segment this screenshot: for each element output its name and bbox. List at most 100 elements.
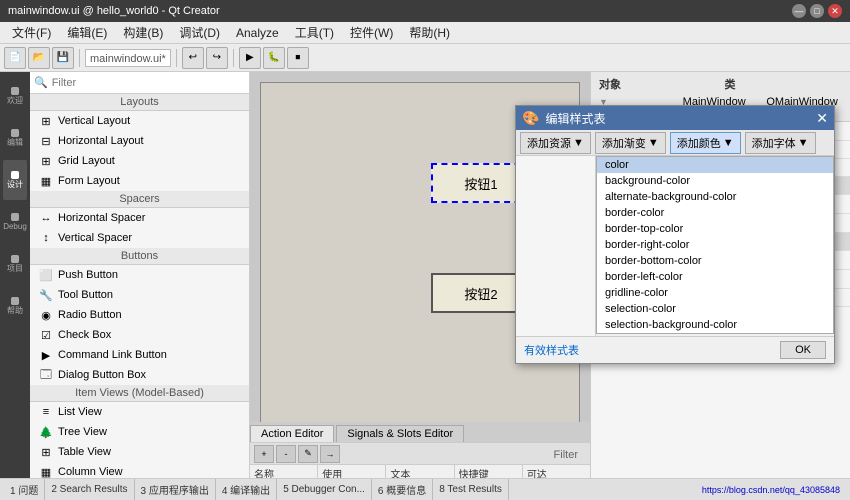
dialog-ok-button[interactable]: OK <box>780 341 826 359</box>
menubar: 文件(F) 编辑(E) 构建(B) 调试(D) Analyze 工具(T) 控件… <box>0 22 850 44</box>
horizontal-spacer-icon: ↔ <box>38 210 54 226</box>
dropdown-item-gridline-color[interactable]: gridline-color <box>597 285 833 301</box>
toolbar-undo[interactable]: ↩ <box>182 47 204 69</box>
add-color-btn[interactable]: 添加颜色 ▼ <box>670 132 741 154</box>
valid-style-link[interactable]: 有效样式表 <box>524 342 579 358</box>
sidebar-label-edit: 编辑 <box>7 139 23 147</box>
sidebar-item-help[interactable]: 帮助 <box>3 286 27 326</box>
sidebar-item-projects[interactable]: 项目 <box>3 244 27 284</box>
dropdown-item-alt-bgcolor[interactable]: alternate-background-color <box>597 189 833 205</box>
dialog-footer: 有效样式表 OK <box>516 336 834 363</box>
canvas-toolbar-btn4[interactable]: → <box>320 445 340 463</box>
dropdown-item-border-color[interactable]: border-color <box>597 205 833 221</box>
command-link-icon: ▶ <box>38 347 54 363</box>
widget-tree-view[interactable]: 🌲 Tree View <box>30 422 249 442</box>
maximize-button[interactable]: □ <box>810 4 824 18</box>
dropdown-item-selection-bg-color[interactable]: selection-background-color <box>597 317 833 333</box>
dropdown-item-border-right-color[interactable]: border-right-color <box>597 237 833 253</box>
widget-dialog-button-box[interactable]: 🗔 Dialog Button Box <box>30 365 249 385</box>
status-test[interactable]: 8 Test Results <box>433 479 509 500</box>
toolbar-stop[interactable]: ⏹ <box>287 47 309 69</box>
add-gradient-btn[interactable]: 添加渐变 ▼ <box>595 132 666 154</box>
toolbar-run[interactable]: ▶ <box>239 47 261 69</box>
toolbar-debug-run[interactable]: 🐛 <box>263 47 285 69</box>
dropdown-item-border-top-color[interactable]: border-top-color <box>597 221 833 237</box>
sidebar-item-edit[interactable]: 编辑 <box>3 118 27 158</box>
filter-label: Filter <box>342 447 586 461</box>
dialog-icon: 🎨 <box>522 110 539 127</box>
toolbar-redo[interactable]: ↪ <box>206 47 228 69</box>
canvas-toolbar-btn1[interactable]: + <box>254 445 274 463</box>
status-app-output[interactable]: 3 应用程序输出 <box>135 479 216 500</box>
menu-file[interactable]: 文件(F) <box>4 22 59 43</box>
edit-icon <box>11 129 19 137</box>
menu-build[interactable]: 构建(B) <box>115 22 171 43</box>
add-resource-btn[interactable]: 添加资源 ▼ <box>520 132 591 154</box>
widget-horizontal-layout[interactable]: ⊟ Horizontal Layout <box>30 131 249 151</box>
sidebar-item-design[interactable]: 设计 <box>3 160 27 200</box>
toolbar-save[interactable]: 💾 <box>52 47 74 69</box>
dropdown-item-selection-color[interactable]: selection-color <box>597 301 833 317</box>
toolbar-open[interactable]: 📂 <box>28 47 50 69</box>
widget-table-view[interactable]: ⊞ Table View <box>30 442 249 462</box>
bottom-tabs: Action Editor Signals & Slots Editor <box>250 422 590 442</box>
widget-list-view[interactable]: ≡ List View <box>30 402 249 422</box>
widget-column-view[interactable]: ▦ Column View <box>30 462 249 478</box>
status-search[interactable]: 2 Search Results <box>45 479 134 500</box>
toolbar-new[interactable]: 📄 <box>4 47 26 69</box>
titlebar: mainwindow.ui @ hello_world0 - Qt Creato… <box>0 0 850 22</box>
widget-check-box[interactable]: ☑ Check Box <box>30 325 249 345</box>
canvas-toolbar-btn2[interactable]: - <box>276 445 296 463</box>
menu-debug[interactable]: 调试(D) <box>171 22 228 43</box>
widget-search-bar[interactable]: 🔍 <box>30 72 249 94</box>
widget-vertical-layout[interactable]: ⊞ Vertical Layout <box>30 111 249 131</box>
help-icon <box>11 297 19 305</box>
widget-command-link-button[interactable]: ▶ Command Link Button <box>30 345 249 365</box>
design-icon <box>11 171 19 179</box>
horizontal-layout-icon: ⊟ <box>38 133 54 149</box>
canvas-toolbar-btn3[interactable]: ✎ <box>298 445 318 463</box>
tool-button-icon: 🔧 <box>38 287 54 303</box>
widget-grid-layout[interactable]: ⊞ Grid Layout <box>30 151 249 171</box>
widget-panel: 🔍 Layouts ⊞ Vertical Layout ⊟ Horizontal… <box>30 72 250 478</box>
menu-edit[interactable]: 编辑(E) <box>59 22 115 43</box>
widget-push-button[interactable]: ⬜ Push Button <box>30 265 249 285</box>
menu-help[interactable]: 帮助(H) <box>401 22 458 43</box>
status-general[interactable]: 6 概要信息 <box>372 479 433 500</box>
section-spacers: Spacers <box>30 191 249 208</box>
widget-list: Layouts ⊞ Vertical Layout ⊟ Horizontal L… <box>30 94 249 478</box>
list-view-icon: ≡ <box>38 404 54 420</box>
dropdown-item-color[interactable]: color <box>597 157 833 173</box>
check-box-icon: ☑ <box>38 327 54 343</box>
widget-vertical-spacer[interactable]: ↕ Vertical Spacer <box>30 228 249 248</box>
dialog-close-button[interactable]: ✕ <box>816 110 828 127</box>
dropdown-item-border-left-color[interactable]: border-left-color <box>597 269 833 285</box>
minimize-button[interactable]: — <box>792 4 806 18</box>
dialog-dropdown-pane: color background-color alternate-backgro… <box>596 156 834 336</box>
dropdown-item-bgcolor[interactable]: background-color <box>597 173 833 189</box>
widget-form-layout[interactable]: ▦ Form Layout <box>30 171 249 191</box>
status-compile[interactable]: 4 编译输出 <box>216 479 277 500</box>
widget-tool-button[interactable]: 🔧 Tool Button <box>30 285 249 305</box>
widget-search-input[interactable] <box>52 77 245 89</box>
sidebar-item-debug[interactable]: Debug <box>3 202 27 242</box>
section-buttons: Buttons <box>30 248 249 265</box>
tab-signals-slots[interactable]: Signals & Slots Editor <box>336 425 464 442</box>
menu-widgets[interactable]: 控件(W) <box>342 22 401 43</box>
menu-analyze[interactable]: Analyze <box>228 24 287 42</box>
titlebar-buttons: — □ ✕ <box>792 4 842 18</box>
add-font-btn[interactable]: 添加字体 ▼ <box>745 132 816 154</box>
debug-icon <box>11 213 19 221</box>
status-problems[interactable]: 1 问题 <box>4 479 45 500</box>
sidebar-label-debug: Debug <box>3 223 27 231</box>
status-debugger[interactable]: 5 Debugger Con... <box>277 479 372 500</box>
dropdown-item-border-bottom-color[interactable]: border-bottom-color <box>597 253 833 269</box>
widget-horizontal-spacer[interactable]: ↔ Horizontal Spacer <box>30 208 249 228</box>
sidebar-item-welcome[interactable]: 欢迎 <box>3 76 27 116</box>
menu-tools[interactable]: 工具(T) <box>287 22 342 43</box>
tab-action-editor[interactable]: Action Editor <box>250 425 334 442</box>
close-button[interactable]: ✕ <box>828 4 842 18</box>
blog-link[interactable]: https://blog.csdn.net/qq_43085848 <box>696 485 846 495</box>
widget-radio-button[interactable]: ◉ Radio Button <box>30 305 249 325</box>
welcome-icon <box>11 87 19 95</box>
